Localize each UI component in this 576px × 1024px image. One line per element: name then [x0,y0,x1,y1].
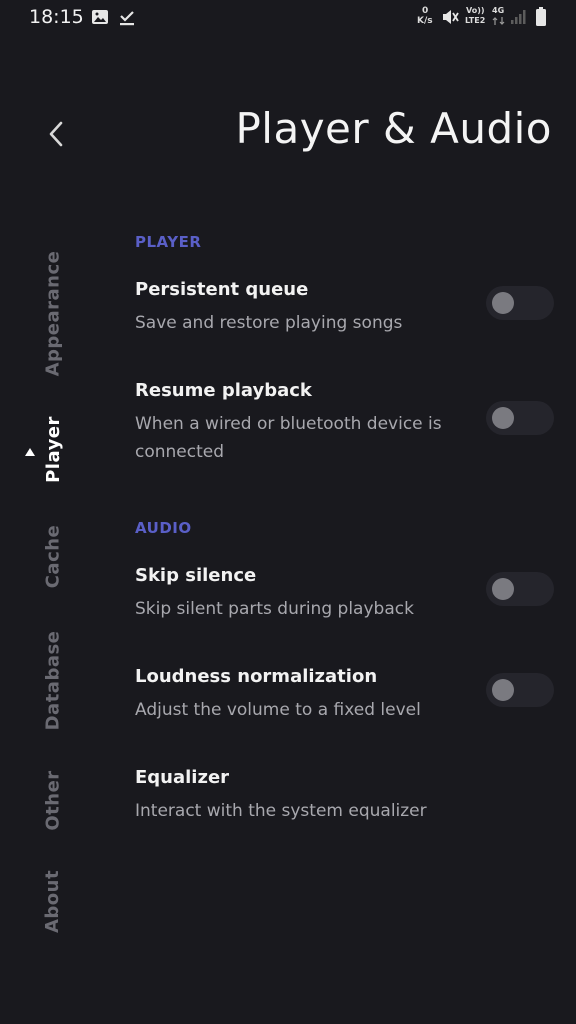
status-bar: 18:15 0 K/s Vo)) LTE2 4G [0,0,576,36]
nav-item-label: Database [42,630,64,730]
resume-playback-toggle[interactable] [486,401,554,435]
nav-item-label: Other [42,769,64,831]
nav-item-label: Appearance [42,250,64,376]
net-speed-value: 0 [422,6,429,16]
section-header-player: PLAYER [135,233,202,251]
setting-equalizer[interactable]: Equalizer Interact with the system equal… [135,767,555,825]
network-type: 4G [492,6,505,15]
toggle-knob [492,679,514,701]
nav-item-label: Player [42,415,64,483]
persistent-queue-toggle[interactable] [486,286,554,320]
toggle-knob [492,292,514,314]
setting-description: Adjust the volume to a fixed level [135,700,421,720]
nav-item-about[interactable]: About [38,869,68,933]
active-indicator-icon [24,442,36,461]
net-speed-unit: K/s [417,16,433,26]
setting-description: Save and restore playing songs [135,313,403,333]
image-icon [92,10,108,24]
loudness-normalization-toggle[interactable] [486,673,554,707]
vibrate-icon [443,10,459,24]
nav-item-other[interactable]: Other [38,770,68,830]
toggle-knob [492,578,514,600]
volte-bottom: LTE2 [465,16,486,25]
skip-silence-toggle[interactable] [486,572,554,606]
status-time: 18:15 [29,6,84,28]
nav-item-label: Cache [42,524,64,588]
signal-icon [511,10,526,24]
back-button[interactable] [36,112,76,156]
nav-item-database[interactable]: Database [38,630,68,730]
setting-title: Equalizer [135,767,230,788]
nav-item-label: About [42,869,64,933]
page-title: Player & Audio [235,104,552,153]
battery-icon [536,7,546,26]
volte-top: Vo)) [466,6,485,15]
setting-description: When a wired or bluetooth device is conn… [135,414,442,462]
section-header-audio: AUDIO [135,519,192,537]
nav-item-cache[interactable]: Cache [38,522,68,590]
nav-item-player[interactable]: Player [38,415,68,483]
chevron-left-icon [49,121,63,147]
toggle-knob [492,407,514,429]
download-done-icon [120,11,134,26]
setting-description: Interact with the system equalizer [135,801,427,821]
setting-title: Resume playback [135,380,312,401]
nav-item-appearance[interactable]: Appearance [38,250,68,376]
setting-description: Skip silent parts during playback [135,599,414,619]
data-arrows-icon [492,17,505,25]
